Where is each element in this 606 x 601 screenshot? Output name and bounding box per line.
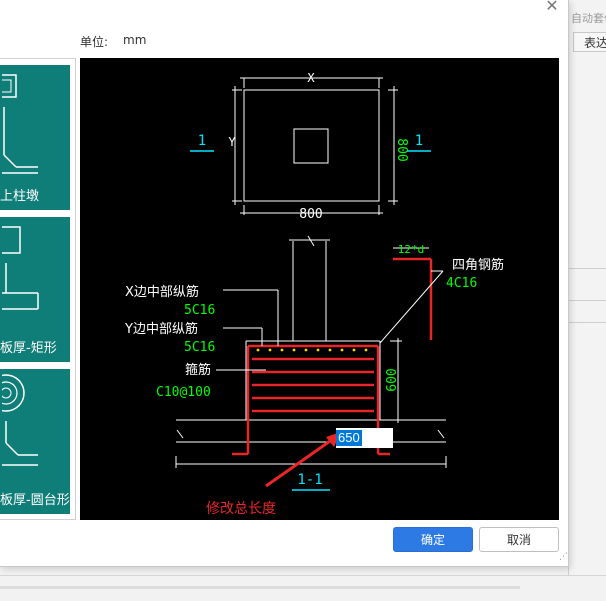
corner-bar-label: 四角钢筋: [452, 257, 504, 273]
background-title: 自动套价: [571, 12, 606, 25]
drawing-canvas[interactable]: X Y 800 800 1 1 600 12*d 四角钢筋 4C16 X边中部纵…: [80, 58, 559, 520]
section-drawing: X Y 800 800 1 1 600 12*d 四角钢筋 4C16 X边中部纵…: [124, 71, 504, 517]
template-item-column-pier[interactable]: 上柱墩: [0, 65, 70, 210]
dim-800-bottom-text: 800: [299, 207, 322, 222]
dev-length-label: 12*d: [398, 243, 425, 256]
ok-button[interactable]: 确定: [393, 527, 473, 552]
unit-label: 单位:: [80, 35, 109, 49]
x-mid-bar-spec: 5C16: [184, 303, 215, 318]
length-edit-field[interactable]: 650: [336, 428, 393, 448]
plan-view: [232, 77, 398, 215]
template-item-slab-rect[interactable]: 板厚-矩形: [0, 217, 70, 362]
cancel-button[interactable]: 取消: [479, 527, 559, 552]
stirrup-label: 箍筋: [185, 362, 211, 378]
section-view: [175, 235, 447, 468]
background-statusbar: [0, 575, 606, 601]
background-tab[interactable]: 表达: [573, 32, 606, 52]
stirrup-spec: C10@100: [156, 385, 211, 400]
background-divider: [569, 268, 606, 269]
close-icon[interactable]: ✕: [543, 0, 561, 15]
length-edit-value[interactable]: 650: [336, 430, 362, 446]
dim-800-right-text: 800: [394, 138, 409, 161]
x-mid-bar-label: X边中部纵筋: [125, 284, 199, 300]
background-side-panel: 自动套价 表达: [568, 0, 606, 600]
dim-y-text: Y: [228, 135, 236, 149]
dim-x-text: X: [307, 71, 315, 85]
background-divider: [569, 322, 606, 323]
rebar-dots: [256, 348, 368, 352]
dim-600-text: 600: [385, 368, 400, 391]
background-divider: [569, 300, 606, 301]
leader-lines: [216, 247, 444, 371]
template-item-slab-frustum[interactable]: 板厚-圆台形: [0, 369, 70, 514]
corner-bar-spec: 4C16: [446, 276, 477, 291]
resize-grip-icon[interactable]: ⋰: [559, 552, 568, 562]
rebar-dialog: ✕ 单位: mm 上柱墩 板厚-矩形 板厚-圆台形 X Y 800 800 1 …: [0, 0, 569, 567]
annotation-text: 修改总长度: [206, 501, 276, 517]
y-mid-bar-label: Y边中部纵筋: [124, 321, 198, 337]
template-caption: 板厚-矩形: [0, 341, 57, 356]
background-scrollbar[interactable]: [0, 586, 520, 589]
rebar-group: [232, 257, 433, 456]
y-mid-bar-spec: 5C16: [184, 340, 215, 355]
section-mark-left: 1: [198, 133, 206, 149]
section-mark-right: 1: [415, 133, 423, 149]
template-list: 上柱墩 板厚-矩形 板厚-圆台形: [0, 58, 76, 520]
template-caption: 板厚-圆台形: [0, 493, 70, 508]
template-caption: 上柱墩: [0, 189, 40, 204]
unit-value: mm: [123, 33, 147, 47]
section-title: 1-1: [297, 472, 322, 488]
